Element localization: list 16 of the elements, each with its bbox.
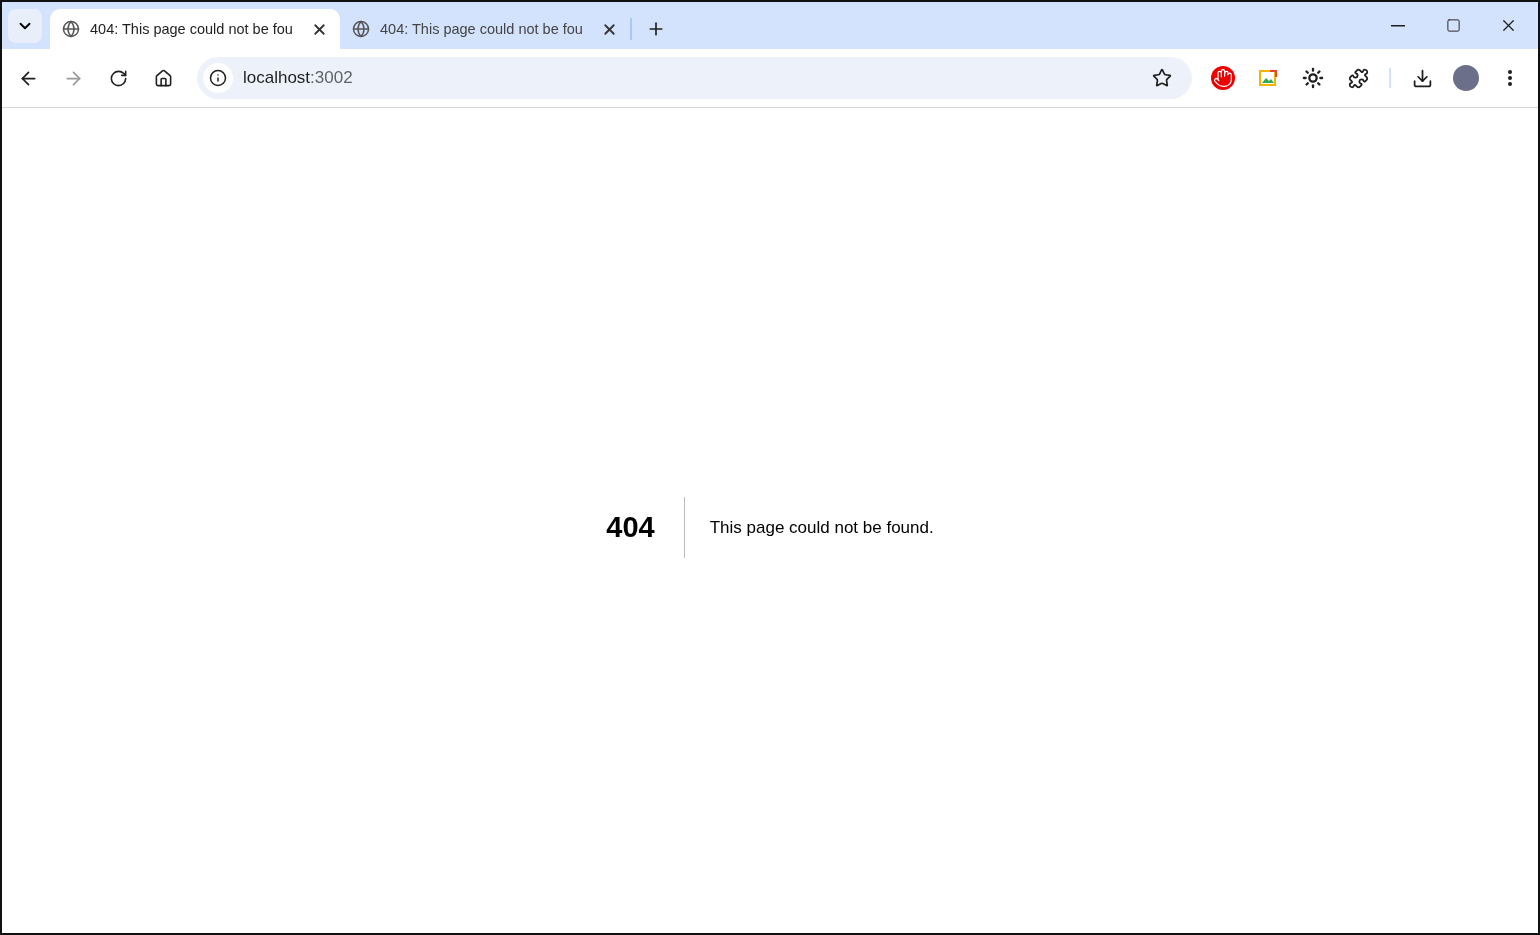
browser-tab[interactable]: 404: This page could not be fou — [340, 9, 630, 49]
stop-hand-extension-icon[interactable] — [1209, 64, 1237, 92]
profile-avatar[interactable] — [1453, 65, 1479, 91]
globe-icon — [352, 20, 370, 38]
error-message: This page could not be found. — [708, 517, 934, 538]
address-bar[interactable]: localhost:3002 — [197, 57, 1192, 99]
minimize-icon — [1391, 24, 1405, 27]
more-dots-icon — [1508, 70, 1512, 86]
error-code: 404 — [606, 497, 685, 558]
reload-icon — [108, 68, 128, 88]
tab-search-button[interactable] — [8, 9, 42, 43]
url-text: localhost:3002 — [243, 68, 354, 88]
info-icon[interactable] — [203, 63, 233, 93]
globe-icon — [62, 20, 80, 38]
maximize-icon — [1445, 18, 1461, 33]
browser-tab[interactable]: 404: This page could not be fou — [50, 9, 340, 49]
